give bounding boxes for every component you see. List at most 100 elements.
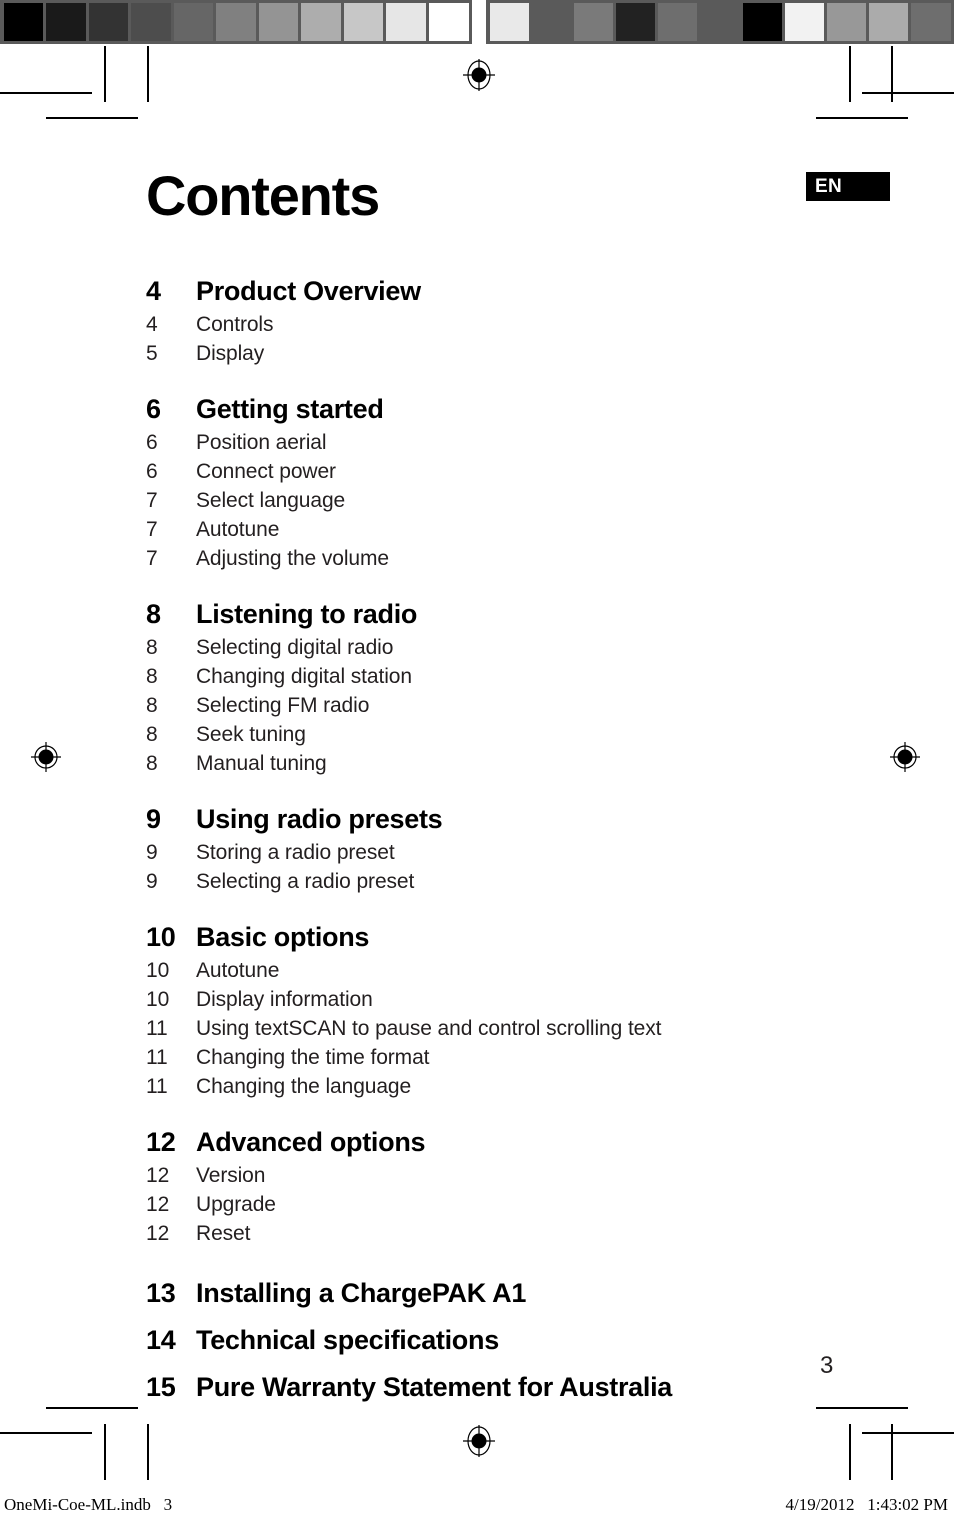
- toc-entry-label: Position aerial: [196, 431, 327, 454]
- toc-entry-page-number: 8: [146, 723, 158, 746]
- toc-entry-label: Selecting a radio preset: [196, 870, 415, 893]
- toc-section-title: Listening to radio: [196, 599, 418, 629]
- toc-section-page-number: 9: [146, 804, 161, 834]
- toc-entry-page-number: 6: [146, 460, 158, 483]
- toc-entry[interactable]: 8 Changing digital station: [146, 662, 906, 691]
- toc-section-heading[interactable]: 12 Advanced options: [146, 1123, 906, 1161]
- toc-section-page-number: 6: [146, 394, 161, 424]
- toc-entry-label: Storing a radio preset: [196, 841, 395, 864]
- toc-standalone-group: 13 Installing a ChargePAK A1 14 Technical s…: [146, 1270, 906, 1411]
- toc-entry[interactable]: 8 Manual tuning: [146, 749, 906, 778]
- toc-entry-label: Display: [196, 342, 265, 365]
- toc-section-page-number: 12: [146, 1127, 176, 1157]
- page-content: Contents EN 4 Product Overview 4 Controls 5 D…: [0, 0, 954, 1526]
- toc-entry-page-number: 7: [146, 489, 158, 512]
- toc-entry-label: Controls: [196, 313, 274, 336]
- toc-entry-label: Select language: [196, 489, 346, 512]
- toc-section-heading[interactable]: 9 Using radio presets: [146, 800, 906, 838]
- toc-section: 4 Product Overview 4 Controls 5 Display: [146, 272, 906, 368]
- toc-section: 8 Listening to radio 8 Selecting digital ra…: [146, 595, 906, 778]
- toc-entry[interactable]: 12 Version: [146, 1161, 906, 1190]
- toc-entry[interactable]: 6 Connect power: [146, 457, 906, 486]
- toc-section-title: Advanced options: [196, 1127, 426, 1157]
- toc-entry[interactable]: 11 Changing the language: [146, 1072, 906, 1101]
- toc-entry[interactable]: 10 Display information: [146, 985, 906, 1014]
- toc-entry-page-number: 4: [146, 313, 158, 336]
- toc-entry-page-number: 7: [146, 547, 158, 570]
- toc-section-title: Pure Warranty Statement for Australia: [196, 1372, 673, 1402]
- toc-entry-label: Connect power: [196, 460, 336, 483]
- toc-entry-label: Upgrade: [196, 1193, 276, 1216]
- toc-entry-label: Autotune: [196, 518, 280, 541]
- toc-entry-label: Selecting digital radio: [196, 636, 394, 659]
- toc-entry[interactable]: 9 Selecting a radio preset: [146, 867, 906, 896]
- toc-entry-page-number: 7: [146, 518, 158, 541]
- toc-entry[interactable]: 5 Display: [146, 339, 906, 368]
- toc-entry[interactable]: 8 Selecting FM radio: [146, 691, 906, 720]
- toc-entry-label: Selecting FM radio: [196, 694, 370, 717]
- toc-entry[interactable]: 11 Changing the time format: [146, 1043, 906, 1072]
- toc-entry-label: Version: [196, 1164, 266, 1187]
- toc-section-heading[interactable]: 8 Listening to radio: [146, 595, 906, 633]
- toc-section-heading[interactable]: 10 Basic options: [146, 918, 906, 956]
- toc-entry-page-number: 11: [146, 1017, 168, 1040]
- toc-section-page-number: 8: [146, 599, 161, 629]
- toc-section-heading[interactable]: 14 Technical specifications: [146, 1317, 906, 1364]
- toc-entry-page-number: 9: [146, 841, 158, 864]
- toc-entry-page-number: 10: [146, 988, 170, 1011]
- toc-entry-page-number: 8: [146, 752, 158, 775]
- toc-entry[interactable]: 10 Autotune: [146, 956, 906, 985]
- toc-entry[interactable]: 7 Autotune: [146, 515, 906, 544]
- toc-entry-label: Reset: [196, 1222, 251, 1245]
- toc-entry[interactable]: 9 Storing a radio preset: [146, 838, 906, 867]
- toc-entry[interactable]: 6 Position aerial: [146, 428, 906, 457]
- footer-timestamp: 4/19/2012 1:43:02 PM: [785, 1495, 948, 1514]
- toc-entry[interactable]: 11 Using textSCAN to pause and control sc…: [146, 1014, 906, 1043]
- toc-entry[interactable]: 12 Upgrade: [146, 1190, 906, 1219]
- toc-section-page-number: 14: [146, 1325, 176, 1355]
- toc-section-title: Getting started: [196, 394, 384, 424]
- page-number: 3: [820, 1352, 834, 1379]
- table-of-contents: 4 Product Overview 4 Controls 5 Display 6 Getti…: [146, 272, 906, 1411]
- toc-entry[interactable]: 12 Reset: [146, 1219, 906, 1248]
- toc-section-page-number: 4: [146, 276, 161, 306]
- toc-entry-page-number: 6: [146, 431, 158, 454]
- toc-entry-label: Using textSCAN to pause and control scro…: [196, 1017, 662, 1040]
- toc-section-page-number: 13: [146, 1278, 176, 1308]
- toc-section-page-number: 10: [146, 922, 176, 952]
- page-title: Contents: [146, 164, 380, 227]
- toc-entry-page-number: 10: [146, 959, 170, 982]
- toc-entry-page-number: 8: [146, 665, 158, 688]
- toc-entry[interactable]: 8 Seek tuning: [146, 720, 906, 749]
- toc-entry-page-number: 8: [146, 694, 158, 717]
- toc-entry-page-number: 12: [146, 1222, 170, 1245]
- toc-section-heading[interactable]: 13 Installing a ChargePAK A1: [146, 1270, 906, 1317]
- toc-section-heading[interactable]: 4 Product Overview: [146, 272, 906, 310]
- toc-section-title: Technical specifications: [196, 1325, 499, 1355]
- toc-entry-label: Adjusting the volume: [196, 547, 389, 570]
- toc-entry-label: Changing the time format: [196, 1046, 430, 1069]
- toc-entry[interactable]: 7 Adjusting the volume: [146, 544, 906, 573]
- toc-entry-label: Changing digital station: [196, 665, 412, 688]
- toc-section-heading[interactable]: 6 Getting started: [146, 390, 906, 428]
- toc-entry-page-number: 5: [146, 342, 158, 365]
- toc-entry-label: Display information: [196, 988, 373, 1011]
- toc-entry-page-number: 11: [146, 1046, 168, 1069]
- toc-section-title: Using radio presets: [196, 804, 443, 834]
- toc-entry-page-number: 12: [146, 1164, 170, 1187]
- toc-entry[interactable]: 7 Select language: [146, 486, 906, 515]
- toc-entry[interactable]: 8 Selecting digital radio: [146, 633, 906, 662]
- toc-entry-label: Manual tuning: [196, 752, 327, 775]
- toc-section: 6 Getting started 6 Position aerial 6 Connect…: [146, 390, 906, 573]
- toc-entry-label: Autotune: [196, 959, 280, 982]
- toc-entry-page-number: 12: [146, 1193, 170, 1216]
- footer-filename: OneMi-Coe-ML.indb 3: [4, 1495, 173, 1514]
- toc-section: 10 Basic options 10 Autotune 10 Display infor…: [146, 918, 906, 1101]
- toc-entry-label: Seek tuning: [196, 723, 306, 746]
- toc-section-title: Basic options: [196, 922, 370, 952]
- toc-section-heading[interactable]: 15 Pure Warranty Statement for Australia: [146, 1364, 906, 1411]
- toc-entry[interactable]: 4 Controls: [146, 310, 906, 339]
- toc-entry-page-number: 8: [146, 636, 158, 659]
- toc-entry-page-number: 11: [146, 1075, 168, 1098]
- toc-section-title: Installing a ChargePAK A1: [196, 1278, 527, 1308]
